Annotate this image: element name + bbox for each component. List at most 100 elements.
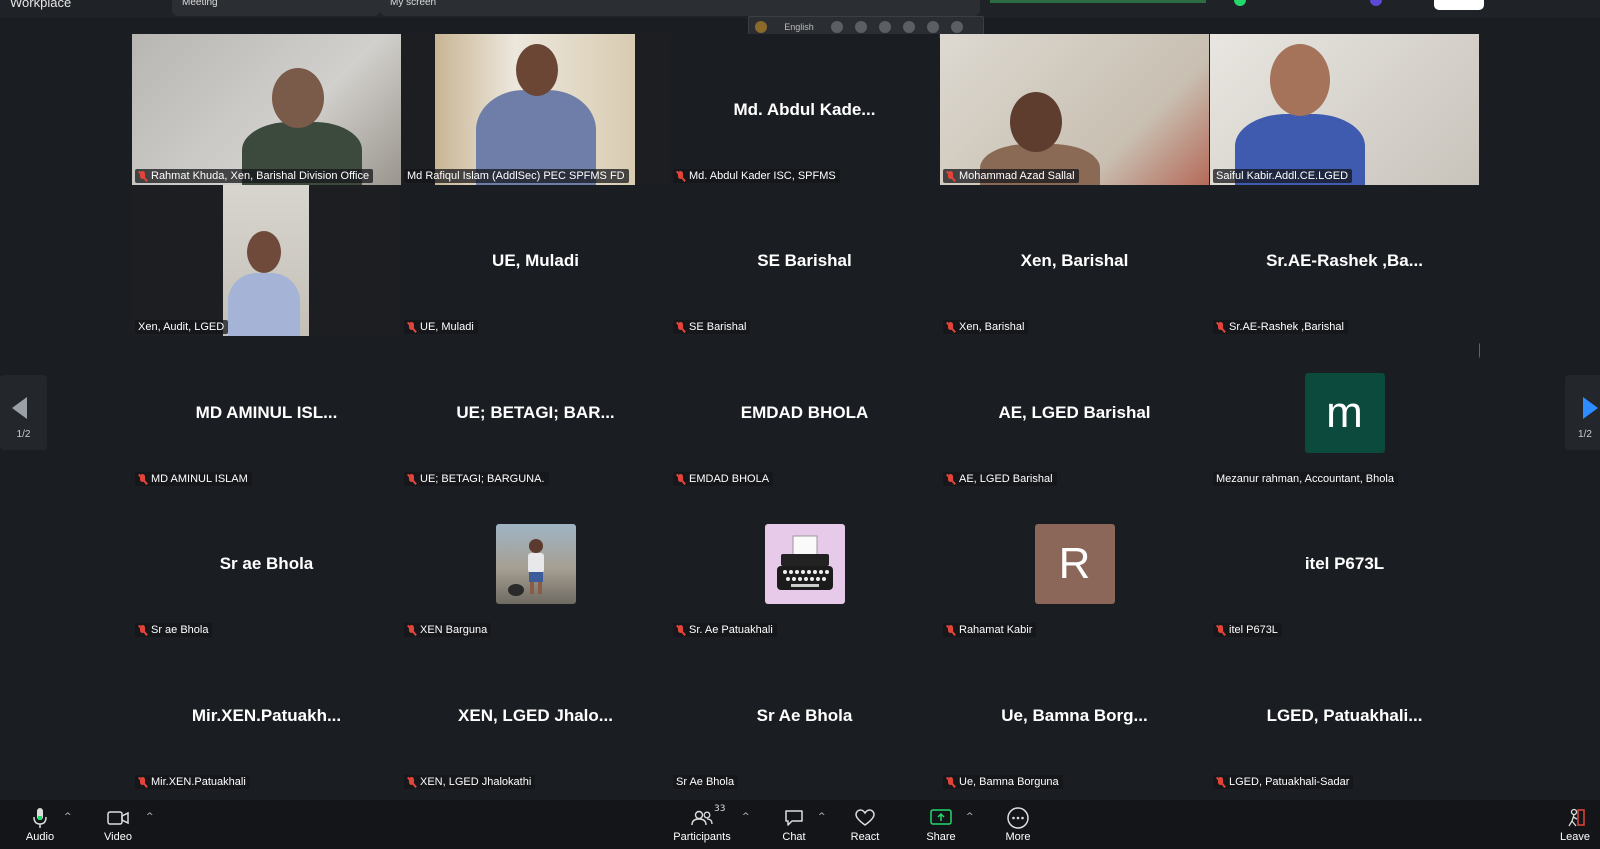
participant-display-name: Mir.XEN.Patuakh... xyxy=(191,705,342,725)
participant-name: Rahmat Khuda, Xen, Barishal Division Off… xyxy=(151,170,370,182)
participant-name: Sr Ae Bhola xyxy=(676,776,735,788)
chat-button[interactable]: Chat xyxy=(780,807,808,843)
mic-muted-icon xyxy=(946,473,955,485)
mic-muted-icon xyxy=(946,624,955,636)
participant-name-label: Ue, Bamna Borguna xyxy=(943,775,1063,789)
share-options-caret[interactable]: ^ xyxy=(966,812,976,822)
participant-tile[interactable]: Sr ae Bhola Sr ae Bhola xyxy=(132,488,401,639)
mic-muted-icon xyxy=(676,170,685,182)
participant-tile[interactable]: Ue, Bamna Borg... Ue, Bamna Borguna xyxy=(940,640,1209,791)
participant-tile[interactable]: UE; BETAGI; BAR... UE; BETAGI; BARGUNA. xyxy=(401,337,670,488)
participant-tile[interactable]: Sr.AE-Rashek ,Ba... Sr.AE-Rashek ,Barisha… xyxy=(1210,185,1479,336)
participant-name-label: XEN Barguna xyxy=(404,623,492,637)
previous-page-button[interactable]: 1/2 xyxy=(0,375,47,450)
participant-name-label: Rahamat Kabir xyxy=(943,623,1037,637)
participants-options-caret[interactable]: ^ xyxy=(742,812,752,822)
chat-options-caret[interactable]: ^ xyxy=(818,812,828,822)
leave-button[interactable]: Leave xyxy=(1560,807,1590,843)
react-button[interactable]: React xyxy=(850,807,880,843)
tab-my-screen[interactable]: My screen xyxy=(380,0,980,16)
participant-tile[interactable]: m Mezanur rahman, Accountant, Bhola xyxy=(1210,337,1479,488)
participant-tile[interactable]: R Rahamat Kabir xyxy=(940,488,1209,639)
meeting-toolbar: Audio ^ Video ^ Participants 33 ^ Chat ^… xyxy=(0,800,1600,849)
participant-name: AE, LGED Barishal xyxy=(959,473,1053,485)
share-button[interactable]: Share xyxy=(926,807,956,843)
tool-icon[interactable] xyxy=(855,21,867,33)
participant-tile[interactable]: SE Barishal SE Barishal xyxy=(670,185,939,336)
child-photo-icon xyxy=(507,538,544,596)
settings-icon[interactable] xyxy=(879,21,891,33)
audio-button[interactable]: Audio xyxy=(24,807,56,843)
participant-tile[interactable]: LGED, Patuakhali... LGED, Patuakhali-Sada… xyxy=(1210,640,1479,791)
participant-display-name: MD AMINUL ISL... xyxy=(195,402,338,422)
participant-name: Xen, Barishal xyxy=(959,321,1025,333)
participant-name-label: UE, Muladi xyxy=(404,320,478,334)
participant-tile[interactable]: Sr Ae Bhola Sr Ae Bhola xyxy=(670,640,939,791)
participant-tile[interactable]: itel P673L itel P673L xyxy=(1210,488,1479,639)
participant-tile[interactable]: EMDAD BHOLA EMDAD BHOLA xyxy=(670,337,939,488)
ime-icon[interactable] xyxy=(755,21,767,33)
participant-name-label: Sr Ae Bhola xyxy=(673,775,739,789)
participant-tile[interactable]: Mohammad Azad Sallal xyxy=(940,34,1209,185)
microphone-icon xyxy=(24,807,56,829)
participant-name: Mir.XEN.Patuakhali xyxy=(151,776,246,788)
avatar[interactable] xyxy=(1370,0,1382,6)
page-indicator-left: 1/2 xyxy=(16,429,31,440)
participant-name: LGED, Patuakhali-Sadar xyxy=(1229,776,1350,788)
video-feed xyxy=(940,34,1209,185)
participant-tile[interactable]: Xen, Barishal Xen, Barishal xyxy=(940,185,1209,336)
more-button[interactable]: More xyxy=(1004,807,1032,843)
tab-meeting[interactable]: Meeting xyxy=(172,0,380,16)
leave-icon xyxy=(1560,807,1590,829)
participant-name-label: Xen, Audit, LGED xyxy=(135,320,229,334)
participant-tile[interactable]: MD AMINUL ISL... MD AMINUL ISLAM xyxy=(132,337,401,488)
participant-name: Sr. Ae Patuakhali xyxy=(689,624,773,636)
participant-name: Mohammad Azad Sallal xyxy=(959,170,1075,182)
participant-tile[interactable]: Sr. Ae Patuakhali xyxy=(670,488,939,639)
mic-muted-icon xyxy=(407,624,416,636)
participant-name-label: LGED, Patuakhali-Sadar xyxy=(1213,775,1354,789)
participant-name: SE Barishal xyxy=(689,321,747,333)
video-options-caret[interactable]: ^ xyxy=(146,812,156,822)
mic-muted-icon xyxy=(946,776,955,788)
keyboard-icon[interactable] xyxy=(831,21,843,33)
person-head xyxy=(1010,92,1062,152)
info-icon[interactable] xyxy=(951,21,963,33)
participant-name-label: Rahmat Khuda, Xen, Barishal Division Off… xyxy=(135,169,374,183)
participant-name: Rahamat Kabir xyxy=(959,624,1033,636)
participant-tile[interactable]: Saiful Kabir.Addl.CE.LGED xyxy=(1210,34,1479,185)
participant-name-label: Mezanur rahman, Accountant, Bhola xyxy=(1213,472,1398,486)
participant-display-name: Ue, Bamna Borg... xyxy=(1001,705,1148,725)
help-icon[interactable] xyxy=(927,21,939,33)
participant-tile[interactable]: XEN Barguna xyxy=(401,488,670,639)
participant-tile[interactable]: UE, Muladi UE, Muladi xyxy=(401,185,670,336)
more-icon xyxy=(1004,807,1032,829)
participant-tile[interactable]: AE, LGED Barishal AE, LGED Barishal xyxy=(940,337,1209,488)
audio-options-caret[interactable]: ^ xyxy=(64,812,74,822)
participant-name: Md. Abdul Kader ISC, SPFMS xyxy=(689,170,836,182)
participant-tile[interactable]: Xen, Audit, LGED xyxy=(132,185,401,336)
participant-tile[interactable]: Rahmat Khuda, Xen, Barishal Division Off… xyxy=(132,34,401,185)
status-dot-icon xyxy=(1234,0,1246,6)
next-page-button[interactable]: 1/2 xyxy=(1565,375,1600,450)
participant-name-label: Saiful Kabir.Addl.CE.LGED xyxy=(1213,169,1353,183)
participant-tile[interactable]: Md Rafiqul Islam (AddlSec) PEC SPFMS FD xyxy=(401,34,670,185)
arrow-right-icon xyxy=(1583,397,1598,419)
mic-muted-icon xyxy=(407,776,416,788)
participant-name-label: AE, LGED Barishal xyxy=(943,472,1057,486)
person-body xyxy=(228,273,300,336)
app-title: Workplace xyxy=(10,0,72,10)
sign-in-button[interactable] xyxy=(1434,0,1484,10)
mic-muted-icon xyxy=(946,170,955,182)
participant-tile[interactable]: Mir.XEN.Patuakh... Mir.XEN.Patuakhali xyxy=(132,640,401,791)
video-button[interactable]: Video xyxy=(104,807,132,843)
participant-name-label: UE; BETAGI; BARGUNA. xyxy=(404,472,549,486)
participant-display-name: AE, LGED Barishal xyxy=(998,402,1151,422)
mic-muted-icon xyxy=(138,776,147,788)
person-head xyxy=(272,68,324,128)
globe-icon[interactable] xyxy=(903,21,915,33)
person-head xyxy=(516,44,558,96)
participant-tile[interactable]: XEN, LGED Jhalo... XEN, LGED Jhalokathi xyxy=(401,640,670,791)
participant-tile[interactable]: Md. Abdul Kade... Md. Abdul Kader ISC, SP… xyxy=(670,34,939,185)
language-label[interactable]: English xyxy=(779,22,819,32)
